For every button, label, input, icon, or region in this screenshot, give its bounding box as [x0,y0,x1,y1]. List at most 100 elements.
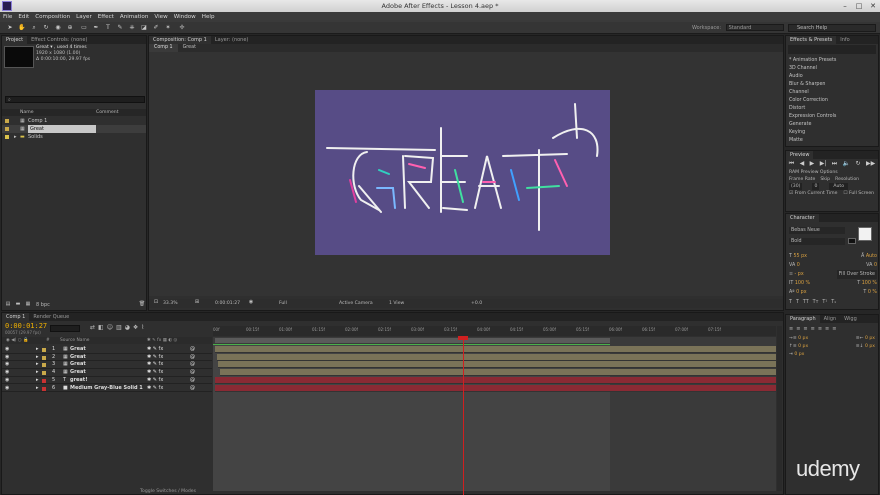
tab-preview[interactable]: Preview [786,151,814,159]
breadcrumb-comp1[interactable]: Comp 1 [149,44,178,52]
eye-icon[interactable]: ◉ [5,346,9,354]
tab-project[interactable]: Project [2,36,28,44]
effects-search-input[interactable] [788,45,876,54]
align-center-icon[interactable]: ≡ [796,326,800,332]
grid-icon[interactable]: ⊞ [193,299,201,306]
folder-expand-icon[interactable]: ▸ [14,133,17,141]
layer-duration-bar[interactable] [218,361,776,369]
space-before-field[interactable]: ↑≡ 0 px [789,343,808,351]
layer-expand-icon[interactable]: ▸ [36,361,39,369]
eye-icon[interactable]: ◉ [5,354,9,362]
eye-icon[interactable]: ◉ [5,369,9,377]
project-item-selected[interactable]: ▦ Great [2,125,146,133]
tab-align[interactable]: Align [820,315,841,323]
effect-category[interactable]: Generate [789,121,811,128]
timeline-search-input[interactable] [50,325,80,332]
tab-character[interactable]: Character [786,214,819,222]
workspace-selector[interactable]: Workspace: Standard [692,24,784,31]
new-folder-icon[interactable]: ▬ [14,301,22,308]
shy-icon[interactable]: ☺ [107,324,113,331]
graph-editor-icon[interactable]: ⌇ [141,324,144,331]
menu-edit[interactable]: Edit [15,12,32,22]
stroke-color-swatch[interactable] [848,238,856,244]
justify-center-icon[interactable]: ≡ [818,326,822,332]
zoom-dropdown[interactable]: 33.3% [163,299,178,308]
column-name[interactable]: Name [20,109,34,116]
layer-duration-bar[interactable] [215,346,776,353]
tab-wiggler[interactable]: Wigg [840,315,861,323]
layer-switches-icon[interactable]: ✱ ✎ fx [147,361,163,369]
stroke-width-field[interactable]: ≡ - px [789,270,804,279]
tab-layer[interactable]: Layer: (none) [211,36,253,44]
column-comment[interactable]: Comment [96,109,119,116]
from-current-time-checkbox[interactable]: ☑ From Current Time [789,190,837,198]
vertical-scale-field[interactable]: IT 100 % [789,279,810,288]
tab-comp1-timeline[interactable]: Comp 1 [2,313,30,321]
parent-pickwhip-icon[interactable]: @ [190,354,195,362]
work-area-range[interactable] [215,338,610,343]
pan-behind-tool-icon[interactable]: ⊕ [66,24,74,32]
justify-right-icon[interactable]: ≡ [825,326,829,332]
layer-row[interactable]: ◉ ▸ 1 ▦ Great ✱ ✎ fx @ [2,346,212,354]
exposure-value[interactable]: +0.0 [471,299,482,308]
parent-pickwhip-icon[interactable]: @ [190,385,195,393]
effect-category[interactable]: Matte [789,137,803,144]
brainstorm-icon[interactable]: ❖ [133,324,138,331]
loop-icon[interactable]: ↻ [856,159,861,169]
layer-switches-icon[interactable]: ✱ ✎ fx [147,377,163,385]
search-help-input[interactable]: Search Help [788,24,876,32]
pen-tool-icon[interactable]: ✒ [92,24,100,32]
font-size-field[interactable]: T 55 px [789,252,807,261]
camera-dropdown[interactable]: Active Camera [339,299,373,308]
layer-row[interactable]: ◉ ▸ 5 Tgreat! ✱ ✎ fx @ [2,377,212,385]
rectangle-tool-icon[interactable]: ▭ [80,24,88,32]
menu-effect[interactable]: Effect [95,12,117,22]
menu-animation[interactable]: Animation [117,12,152,22]
effect-category[interactable]: 3D Channel [789,65,817,72]
label-color-swatch[interactable] [42,371,46,376]
layer-name[interactable]: Medium Gray-Blue Solid 1 [70,385,143,393]
justify-all-icon[interactable]: ≡ [832,326,836,332]
tab-info[interactable]: Info [836,36,853,44]
baseline-shift-field[interactable]: Aª 0 px [789,288,807,297]
effect-category[interactable]: Distort [789,105,805,112]
stroke-mode-dropdown[interactable]: Fill Over Stroke [836,270,877,279]
time-ruler[interactable]: 00f 00:15f 01:00f 01:15f 02:00f 02:15f 03:00f 0… [213,326,776,336]
maximize-button[interactable]: □ [852,0,866,12]
leading-field[interactable]: Ä Auto [861,252,877,261]
roto-brush-tool-icon[interactable]: ✐ [152,24,160,32]
menu-file[interactable]: File [0,12,15,22]
layer-name[interactable]: Great [70,369,86,377]
selection-tool-icon[interactable]: ➤ [6,24,14,32]
project-item[interactable]: ▦ Comp 1 [2,117,146,125]
layer-row[interactable]: ◉ ▸ 6 ■ Medium Gray-Blue Solid 1 ✱ ✎ fx @ [2,385,212,393]
skip-dropdown[interactable]: 0 [812,183,820,190]
last-frame-icon[interactable]: ⏭ [832,159,837,169]
align-right-icon[interactable]: ≡ [803,326,807,332]
align-left-icon[interactable]: ≡ [789,326,793,332]
tracking-field[interactable]: VA 0 [866,261,877,270]
project-search-input[interactable]: ⌕ [5,96,145,103]
zoom-tool-icon[interactable]: ⌕ [30,24,38,32]
parent-pickwhip-icon[interactable]: @ [190,361,195,369]
layer-expand-icon[interactable]: ▸ [36,354,39,362]
minimize-button[interactable]: – [838,0,852,12]
rotate-tool-icon[interactable]: ↻ [42,24,50,32]
font-family-dropdown[interactable]: Bebas Neue [789,227,845,234]
effect-category[interactable]: * Animation Presets [789,57,836,64]
label-color-swatch[interactable] [42,355,46,360]
faux-bold-button[interactable]: T [789,298,792,307]
layer-row[interactable]: ◉ ▸ 3 ▦ Great ✱ ✎ fx @ [2,361,212,370]
timeline-scrollbar[interactable] [777,326,782,491]
camera-tool-icon[interactable]: ◉ [54,24,62,32]
justify-left-icon[interactable]: ≡ [811,326,815,332]
small-caps-button[interactable]: Tт [813,298,819,307]
parent-pickwhip-icon[interactable]: @ [190,346,195,354]
faux-italic-button[interactable]: T [796,298,799,307]
layer-switches-icon[interactable]: ✱ ✎ fx [147,385,163,393]
timeline-current-time[interactable]: 0:00:01:27 [5,322,47,330]
layer-switches-icon[interactable]: ✱ ✎ fx [147,354,163,362]
fill-color-swatch[interactable] [858,227,872,241]
layer-name[interactable]: Great [70,346,86,354]
source-name-column[interactable]: Source Name [60,337,89,344]
